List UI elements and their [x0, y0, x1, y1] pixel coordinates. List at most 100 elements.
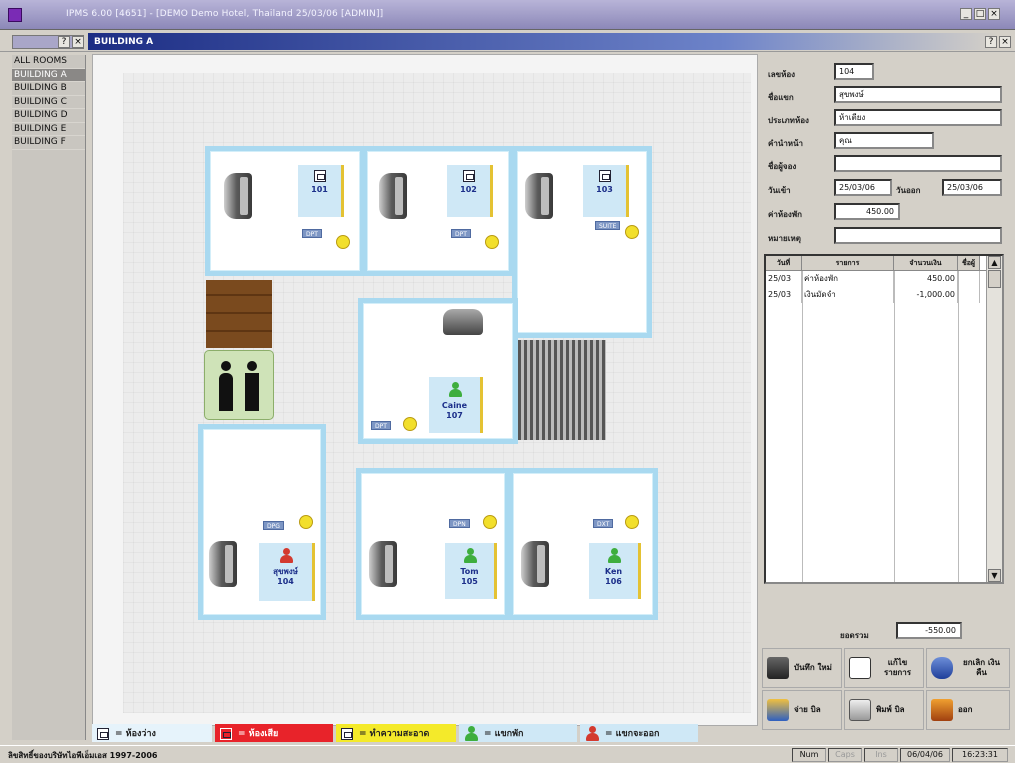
cleaning-icon: [341, 727, 353, 740]
room-card[interactable]: Tom 105: [445, 543, 497, 599]
vertical-scrollbar[interactable]: ▲ ▼: [986, 256, 1002, 582]
scroll-down-icon[interactable]: ▼: [988, 569, 1001, 582]
room-card[interactable]: 102: [447, 165, 493, 217]
room-102[interactable]: 102 DPT: [362, 146, 514, 276]
legend-label: = ทำความสะอาด: [359, 729, 430, 739]
room-number: 101: [311, 185, 328, 194]
guest-name-field[interactable]: สุขพงษ์: [834, 86, 1002, 103]
room-number-field[interactable]: 104: [834, 63, 874, 80]
legend-vacant: = ห้องว่าง: [92, 724, 212, 742]
vacant-room-icon: [462, 170, 475, 182]
col-description[interactable]: รายการ: [802, 256, 894, 270]
room-type-label: ประเภทห้อง: [768, 116, 809, 125]
legend-label: = ห้องเสีย: [238, 729, 279, 739]
guest-icon: [464, 725, 478, 742]
room-card[interactable]: สุขพงษ์ 104: [259, 543, 315, 601]
room-rate-label: ค่าห้องพัก: [768, 210, 802, 219]
room-106[interactable]: DXT Ken 106: [508, 468, 658, 620]
title-field[interactable]: คุณ: [834, 132, 934, 149]
check-out-label: วันออก: [896, 186, 921, 195]
legend-occupied: = แขกพัก: [459, 724, 577, 742]
legend-label: = ห้องว่าง: [115, 729, 156, 739]
child-caption-bar: [88, 33, 998, 50]
status-dot-icon: [625, 515, 639, 529]
col-date[interactable]: วันที่: [766, 256, 802, 270]
cell-amount: 450.00: [894, 271, 958, 287]
vacant-room-icon: [97, 727, 109, 740]
sidebar-item-building-d[interactable]: BUILDING D: [12, 109, 85, 123]
room-card[interactable]: 103: [583, 165, 629, 217]
guest-detail-panel: เลขห้อง 104 ชื่อแขก สุขพงษ์ ประเภทห้อง ห…: [760, 54, 1012, 740]
legend-bar: = ห้องว่าง = ห้องเสีย = ทำความสะอาด = แข…: [92, 724, 758, 742]
guest-icon: [279, 548, 293, 564]
new-record-button[interactable]: บันทึก ใหม่: [762, 648, 842, 688]
scroll-up-icon[interactable]: ▲: [988, 256, 1001, 269]
room-105[interactable]: DPN Tom 105: [356, 468, 510, 620]
room-type-field[interactable]: ห้าเตียง: [834, 109, 1002, 126]
sidebar-item-building-e[interactable]: BUILDING E: [12, 123, 85, 136]
button-label: พิมพ์ บิล: [876, 705, 905, 714]
sidebar-item-building-b[interactable]: BUILDING B: [12, 82, 85, 96]
col-user[interactable]: ชื่อผู้: [958, 256, 980, 270]
note-field[interactable]: [834, 227, 1002, 244]
print-bill-button[interactable]: พิมพ์ บิล: [844, 690, 924, 730]
building-list: ALL ROOMS BUILDING A BUILDING B BUILDING…: [12, 55, 86, 740]
guest-icon: [448, 382, 462, 398]
note-label: หมายเหตุ: [768, 234, 801, 243]
room-number: 102: [460, 185, 477, 194]
cancel-refund-button[interactable]: ยกเลิก เงินคืน: [926, 648, 1010, 688]
room-card[interactable]: 101: [298, 165, 344, 217]
button-label: ออก: [958, 705, 973, 714]
room-type-tag: DPT: [371, 421, 391, 430]
room-101[interactable]: 101 DPT: [205, 146, 365, 276]
child-close-icon[interactable]: ×: [999, 36, 1011, 48]
edit-item-button[interactable]: แก้ไข รายการ: [844, 648, 924, 688]
room-number: 103: [596, 185, 613, 194]
scroll-thumb[interactable]: [988, 270, 1001, 288]
guest-name: Ken: [604, 567, 623, 576]
room-number: 105: [461, 577, 478, 586]
sidebar-item-building-a[interactable]: BUILDING A: [12, 68, 85, 82]
bed-icon: [521, 541, 549, 587]
sidebar-item-building-c[interactable]: BUILDING C: [12, 96, 85, 109]
minimize-icon[interactable]: _: [960, 8, 972, 20]
sidebar-item-all-rooms[interactable]: ALL ROOMS: [12, 55, 85, 69]
column-divider: [802, 271, 803, 582]
room-107[interactable]: Caine 107 DPT: [358, 298, 518, 444]
button-label: บันทึก ใหม่: [794, 663, 832, 672]
status-dot-icon: [625, 225, 639, 239]
agent-field[interactable]: [834, 155, 1002, 172]
agent-label: ชื่อผู้จอง: [768, 162, 797, 171]
check-in-field[interactable]: 25/03/06: [834, 179, 892, 196]
app-icon[interactable]: [8, 8, 22, 22]
legend-departing: = แขกจะออก: [580, 724, 698, 742]
caps-lock-indicator: Caps: [828, 748, 862, 762]
sidebar-item-building-f[interactable]: BUILDING F: [12, 136, 85, 150]
room-card[interactable]: Caine 107: [429, 377, 483, 433]
close-icon[interactable]: ×: [988, 8, 1000, 20]
status-dot-icon: [483, 515, 497, 529]
maximize-icon[interactable]: □: [974, 8, 986, 20]
help-icon[interactable]: ?: [58, 36, 70, 48]
child-help-icon[interactable]: ?: [985, 36, 997, 48]
room-card[interactable]: Ken 106: [589, 543, 641, 599]
balance-field[interactable]: -550.00: [896, 622, 962, 639]
num-lock-indicator: Num: [792, 748, 826, 762]
col-amount[interactable]: จำนวนเงิน: [894, 256, 958, 270]
room-label: เลขห้อง: [768, 70, 796, 79]
room-103[interactable]: 103 SUITE: [512, 146, 652, 338]
panel-close-icon[interactable]: ×: [72, 36, 84, 48]
cell-date: 25/03: [766, 271, 802, 287]
room-rate-field[interactable]: 450.00: [834, 203, 900, 220]
guest-icon: [607, 548, 621, 564]
exit-button[interactable]: ออก: [926, 690, 1010, 730]
pay-bill-button[interactable]: จ่าย บิล: [762, 690, 842, 730]
room-type-tag: SUITE: [595, 221, 621, 230]
status-date: 06/04/06: [900, 748, 950, 762]
room-104[interactable]: DPG สุขพงษ์ 104: [198, 424, 326, 620]
column-divider: [958, 271, 959, 582]
check-out-field[interactable]: 25/03/06: [942, 179, 1002, 196]
status-time: 16:23:31: [952, 748, 1008, 762]
application-window: IPMS 6.00 [4651] - [DEMO Demo Hotel, Tha…: [0, 0, 1015, 763]
status-dot-icon: [485, 235, 499, 249]
